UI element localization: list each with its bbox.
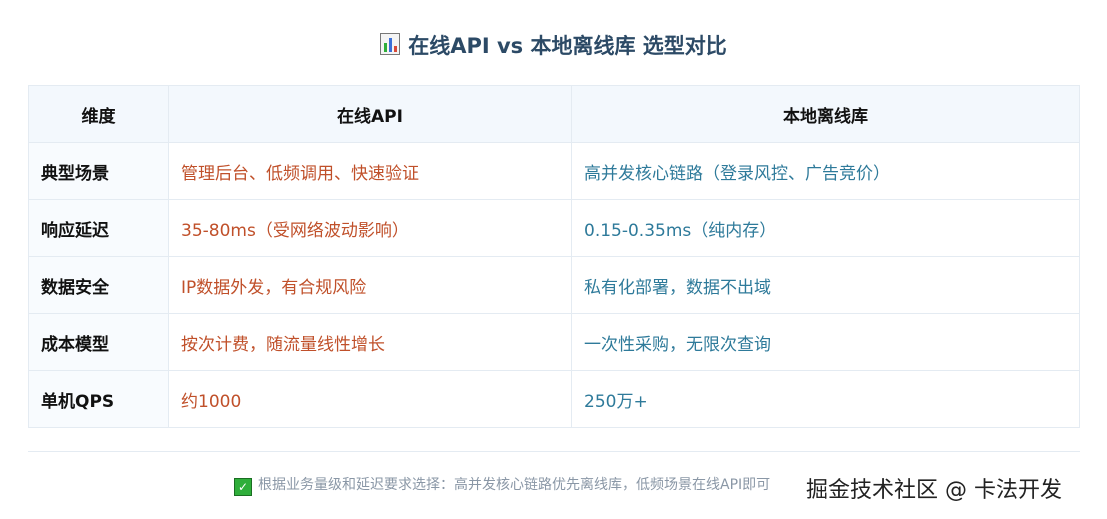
footer-text: 根据业务量级和延迟要求选择：高并发核心链路优先离线库，低频场景在线API即可 xyxy=(258,477,771,493)
table-row: 响应延迟 35-80ms（受网络波动影响） 0.15-0.35ms（纯内存） xyxy=(28,199,1080,257)
dimension-cell: 典型场景 xyxy=(28,142,169,200)
dimension-cell: 成本模型 xyxy=(28,313,169,371)
table-row: 典型场景 管理后台、低频调用、快速验证 高并发核心链路（登录风控、广告竞价） xyxy=(28,142,1080,200)
local-cell: 250万+ xyxy=(571,370,1080,428)
watermark: 掘金技术社区 @ 卡法开发 xyxy=(806,478,1062,503)
header-online-api: 在线API xyxy=(168,85,572,143)
table-header-row: 维度 在线API 本地离线库 xyxy=(28,85,1080,143)
dimension-cell: 数据安全 xyxy=(28,256,169,314)
table-row: 成本模型 按次计费，随流量线性增长 一次性采购，无限次查询 xyxy=(28,313,1080,371)
local-cell: 高并发核心链路（登录风控、广告竞价） xyxy=(571,142,1080,200)
table-row: 单机QPS 约1000 250万+ xyxy=(28,370,1080,428)
dimension-cell: 响应延迟 xyxy=(28,199,169,257)
bar-chart-icon xyxy=(380,33,401,55)
api-cell: IP数据外发，有合规风险 xyxy=(168,256,572,314)
comparison-table: 维度 在线API 本地离线库 典型场景 管理后台、低频调用、快速验证 高并发核心链路… xyxy=(28,85,1080,428)
api-cell: 管理后台、低频调用、快速验证 xyxy=(168,142,572,200)
table-row: 数据安全 IP数据外发，有合规风险 私有化部署，数据不出域 xyxy=(28,256,1080,314)
page-title: 在线API vs 本地离线库 选型对比 xyxy=(0,30,1107,60)
local-cell: 私有化部署，数据不出域 xyxy=(571,256,1080,314)
header-local-db: 本地离线库 xyxy=(571,85,1080,143)
api-cell: 按次计费，随流量线性增长 xyxy=(168,313,572,371)
title-text: 在线API vs 本地离线库 选型对比 xyxy=(408,34,727,58)
api-cell: 35-80ms（受网络波动影响） xyxy=(168,199,572,257)
api-cell: 约1000 xyxy=(168,370,572,428)
local-cell: 一次性采购，无限次查询 xyxy=(571,313,1080,371)
dimension-cell: 单机QPS xyxy=(28,370,169,428)
local-cell: 0.15-0.35ms（纯内存） xyxy=(571,199,1080,257)
footer-note: ✓ 根据业务量级和延迟要求选择：高并发核心链路优先离线库，低频场景在线API即可 xyxy=(234,474,770,496)
header-dimension: 维度 xyxy=(28,85,169,143)
divider xyxy=(28,451,1080,452)
check-icon: ✓ xyxy=(234,478,252,496)
